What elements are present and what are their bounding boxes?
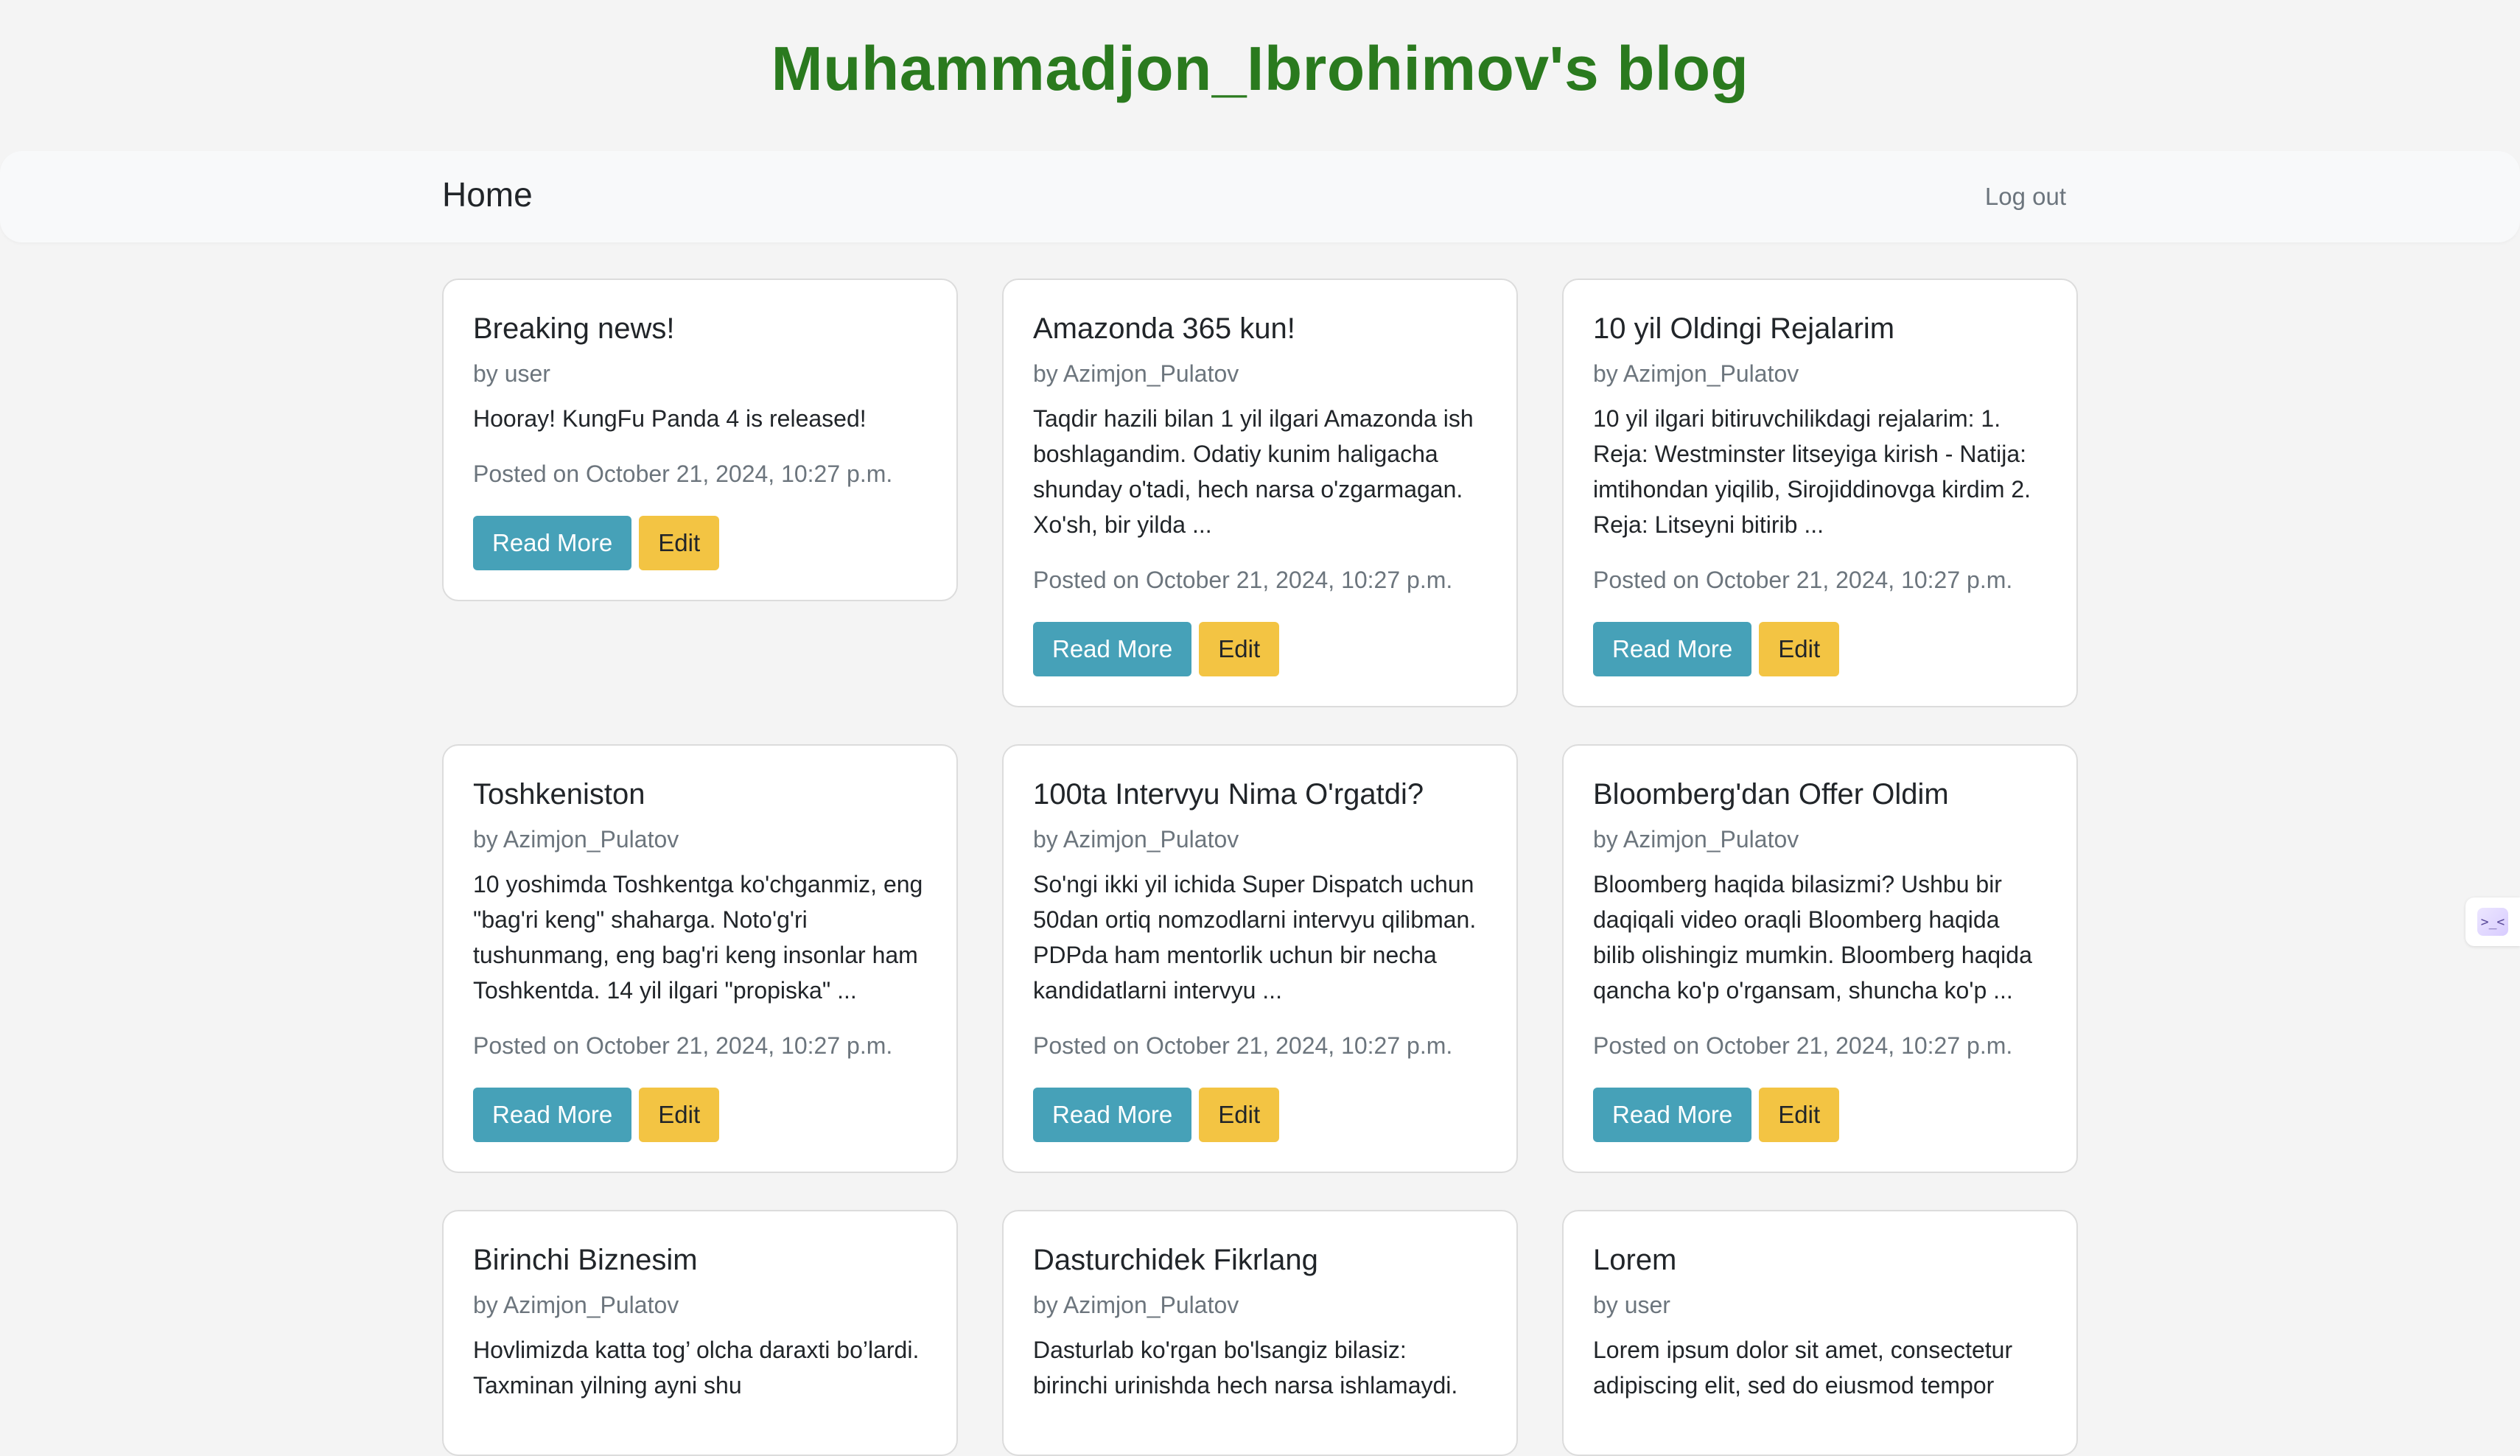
post-card: Dasturchidek Fikrlang by Azimjon_Pulatov… [1002, 1210, 1518, 1456]
post-title: Birinchi Biznesim [473, 1244, 698, 1276]
post-actions: Read More Edit [473, 516, 927, 570]
post-card: 100ta Intervyu Nima O'rgatdi? by Azimjon… [1002, 744, 1518, 1173]
post-date: Posted on October 21, 2024, 10:27 p.m. [1033, 1032, 1453, 1059]
post-author: by user [1593, 1292, 1670, 1318]
edit-button[interactable]: Edit [1199, 1088, 1280, 1142]
post-card: Lorem by user Lorem ipsum dolor sit amet… [1562, 1210, 2078, 1456]
edit-button[interactable]: Edit [639, 1088, 720, 1142]
post-excerpt: Hovlimizda katta tog’ olcha daraxti bo’l… [473, 1337, 920, 1399]
post-excerpt: 10 yoshimda Toshkentga ko'chganmiz, eng … [473, 871, 923, 1004]
post-author: by Azimjon_Pulatov [1593, 826, 1799, 853]
posts-grid: Breaking news! by user Hooray! KungFu Pa… [442, 279, 2078, 1456]
post-author: by Azimjon_Pulatov [1593, 360, 1799, 387]
post-date: Posted on October 21, 2024, 10:27 p.m. [473, 461, 893, 487]
post-excerpt: 10 yil ilgari bitiruvchilikdagi rejalari… [1593, 405, 2031, 538]
post-actions: Read More Edit [1033, 1088, 1487, 1142]
post-title: Toshkeniston [473, 778, 645, 811]
read-more-button[interactable]: Read More [1593, 1088, 1752, 1142]
edit-button[interactable]: Edit [1759, 1088, 1840, 1142]
post-actions: Read More Edit [473, 1088, 927, 1142]
post-card: Birinchi Biznesim by Azimjon_Pulatov Hov… [442, 1210, 958, 1456]
post-excerpt: So'ngi ikki yil ichida Super Dispatch uc… [1033, 871, 1477, 1004]
logout-link[interactable]: Log out [1985, 183, 2066, 211]
post-excerpt: Hooray! KungFu Panda 4 is released! [473, 405, 867, 432]
post-author: by Azimjon_Pulatov [473, 1292, 679, 1318]
post-excerpt: Taqdir hazili bilan 1 yil ilgari Amazond… [1033, 405, 1474, 538]
post-actions: Read More Edit [1033, 622, 1487, 676]
post-title: 100ta Intervyu Nima O'rgatdi? [1033, 778, 1424, 811]
post-title: 10 yil Oldingi Rejalarim [1593, 312, 1895, 345]
post-card: 10 yil Oldingi Rejalarim by Azimjon_Pula… [1562, 279, 2078, 707]
post-date: Posted on October 21, 2024, 10:27 p.m. [473, 1032, 893, 1059]
post-card: Amazonda 365 kun! by Azimjon_Pulatov Taq… [1002, 279, 1518, 707]
read-more-button[interactable]: Read More [473, 1088, 632, 1142]
blog-title: Muhammadjon_Ibrohimov's blog [771, 34, 1749, 103]
post-author: by Azimjon_Pulatov [1033, 826, 1239, 853]
post-card: Breaking news! by user Hooray! KungFu Pa… [442, 279, 958, 601]
post-actions: Read More Edit [1593, 622, 2047, 676]
post-title: Bloomberg'dan Offer Oldim [1593, 778, 1949, 811]
post-author: by Azimjon_Pulatov [1033, 1292, 1239, 1318]
post-actions: Read More Edit [1593, 1088, 2047, 1142]
post-excerpt: Dasturlab ko'rgan bo'lsangiz bilasiz: bi… [1033, 1337, 1458, 1399]
edit-button[interactable]: Edit [639, 516, 720, 570]
post-card: Bloomberg'dan Offer Oldim by Azimjon_Pul… [1562, 744, 2078, 1173]
navbar: Home Log out [0, 151, 2520, 242]
read-more-button[interactable]: Read More [1593, 622, 1752, 676]
read-more-button[interactable]: Read More [473, 516, 632, 570]
edit-button[interactable]: Edit [1759, 622, 1840, 676]
post-title: Breaking news! [473, 312, 675, 345]
read-more-button[interactable]: Read More [1033, 1088, 1192, 1142]
post-title: Lorem [1593, 1244, 1677, 1276]
post-card: Toshkeniston by Azimjon_Pulatov 10 yoshi… [442, 744, 958, 1173]
extension-icon: >_< [2477, 908, 2508, 936]
read-more-button[interactable]: Read More [1033, 622, 1192, 676]
post-author: by Azimjon_Pulatov [1033, 360, 1239, 387]
post-title: Amazonda 365 kun! [1033, 312, 1295, 345]
post-title: Dasturchidek Fikrlang [1033, 1244, 1318, 1276]
edit-button[interactable]: Edit [1199, 622, 1280, 676]
extension-widget[interactable]: >_< [2465, 897, 2520, 946]
nav-home-link[interactable]: Home [442, 175, 533, 214]
post-date: Posted on October 21, 2024, 10:27 p.m. [1593, 1032, 2013, 1059]
post-excerpt: Lorem ipsum dolor sit amet, consectetur … [1593, 1337, 2013, 1399]
post-author: by user [473, 360, 550, 387]
post-date: Posted on October 21, 2024, 10:27 p.m. [1593, 567, 2013, 593]
post-author: by Azimjon_Pulatov [473, 826, 679, 853]
post-date: Posted on October 21, 2024, 10:27 p.m. [1033, 567, 1453, 593]
post-excerpt: Bloomberg haqida bilasizmi? Ushbu bir da… [1593, 871, 2032, 1004]
